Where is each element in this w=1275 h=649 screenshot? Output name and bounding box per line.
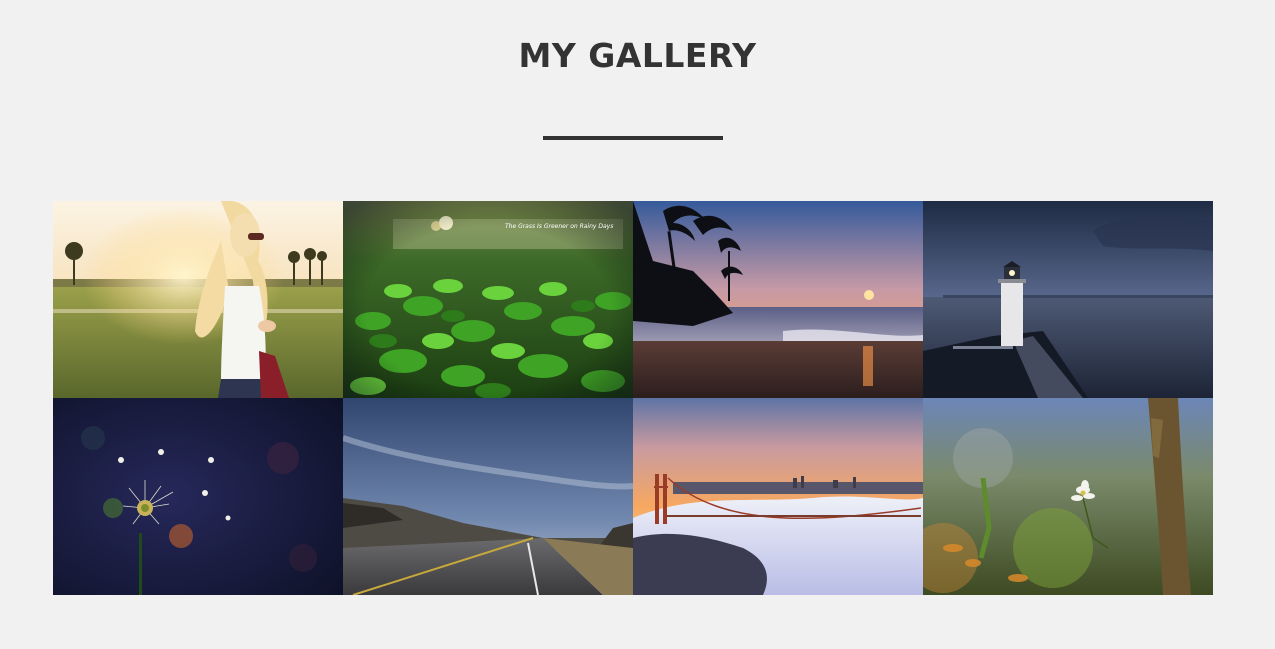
gallery-grid: The Grass Is Greener on Rainy Days [53,201,1213,595]
white-flower-image [923,398,1213,595]
photo-caption: The Grass Is Greener on Rainy Days [505,223,614,230]
title-divider [543,136,723,140]
palm-beach-sunset-image [633,201,923,398]
dandelion-image [53,398,343,595]
woman-in-field-image [53,201,343,398]
gallery-photo-golden-gate-fog[interactable] [633,398,923,595]
gallery-photo-highway[interactable] [343,398,633,595]
gallery-photo-dandelion[interactable] [53,398,343,595]
gallery-photo-woman-in-field[interactable] [53,201,343,398]
gallery-photo-white-flower[interactable] [923,398,1213,595]
golden-gate-fog-image [633,398,923,595]
gallery-photo-green-leaves[interactable]: The Grass Is Greener on Rainy Days [343,201,633,398]
lighthouse-image [923,201,1213,398]
gallery-photo-lighthouse[interactable] [923,201,1213,398]
highway-image [343,398,633,595]
green-leaves-image [343,201,633,398]
page-title: MY GALLERY [518,36,757,75]
gallery-photo-palm-beach-sunset[interactable] [633,201,923,398]
